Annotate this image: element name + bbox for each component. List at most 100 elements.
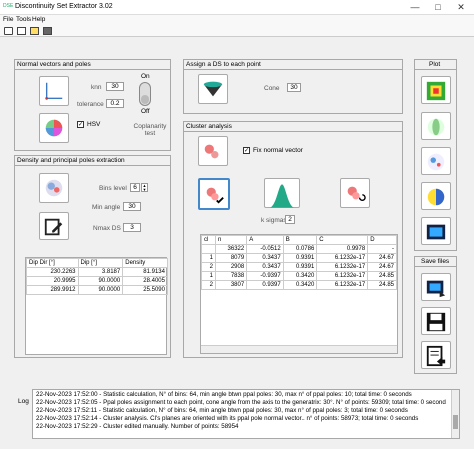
nmax-label: Nmax DS [93, 225, 121, 232]
cluster-refresh-button[interactable] [340, 178, 370, 208]
histogram-button[interactable] [264, 178, 300, 208]
delete-icon[interactable] [4, 27, 13, 35]
minimize-icon[interactable]: — [404, 1, 426, 13]
cell: 24.85 [367, 280, 397, 290]
menu-file[interactable]: File [3, 16, 13, 23]
minangle-input[interactable]: 30 [123, 202, 141, 211]
table-row[interactable]: 289.9912 90.0000 25.5090 [26, 285, 168, 295]
col-cl[interactable]: cl [201, 235, 216, 245]
edit-poles-button[interactable] [39, 212, 69, 240]
cell: 3.8187 [77, 267, 124, 277]
hsv-checkbox[interactable]: ✓ [77, 121, 84, 128]
floppy-icon [426, 312, 446, 332]
plot-cloud-button[interactable] [421, 217, 451, 245]
cell: 0.3437 [246, 262, 284, 272]
hsv-compute-button[interactable] [39, 113, 69, 143]
col-density[interactable]: Density [122, 258, 168, 268]
assign-button[interactable] [198, 74, 228, 104]
col-b[interactable]: B [282, 235, 318, 245]
export-image-icon [426, 280, 446, 298]
fix-normal-checkbox[interactable]: ✓ [243, 147, 250, 154]
knn-input[interactable]: 30 [106, 82, 124, 91]
maximize-icon[interactable]: □ [427, 1, 449, 13]
density-title: Density and principal poles extraction [17, 157, 125, 164]
table-row[interactable]: 20.9995 90.0000 28.4005 [26, 276, 168, 286]
cell: 81.9134 [122, 267, 168, 277]
sets-plot-icon [427, 188, 445, 206]
menu-tools[interactable]: Tools [16, 16, 31, 23]
table-row[interactable]: 230.2263 3.8187 81.9134 [26, 267, 168, 277]
menu-help[interactable]: Help [32, 16, 45, 23]
col-d[interactable]: D [367, 235, 397, 245]
plot-density-button[interactable] [421, 76, 451, 104]
cell: 90.0000 [77, 285, 124, 295]
col-n[interactable]: n [214, 235, 248, 245]
close-icon[interactable]: ✕ [450, 1, 472, 13]
assign-title: Assign a DS to each point [186, 61, 261, 68]
cell: 6.1232e-17 [316, 253, 369, 263]
cluster-panel: Cluster analysis ✓ Fix normal vector k s… [183, 121, 403, 358]
log-label: Log [18, 398, 29, 405]
new-file-icon[interactable] [17, 27, 26, 35]
density-compute-button[interactable] [39, 173, 69, 203]
cell: -0.9397 [246, 271, 284, 281]
table-row[interactable]: 2 2908 0.3437 0.9391 6.1232e-17 24.67 [201, 262, 397, 272]
ksigma-label: k sigmas [261, 217, 287, 224]
log-scrollbar[interactable] [451, 390, 459, 438]
save-data-button[interactable] [421, 307, 451, 335]
cell: 0.9978 [316, 244, 369, 254]
col-dip[interactable]: Dip [°] [77, 258, 124, 268]
coplanarity-label: Coplanarity test [133, 123, 167, 137]
export-report-button[interactable] [421, 341, 451, 369]
normals-compute-button[interactable] [39, 76, 69, 106]
density-icon [45, 179, 63, 197]
cluster-button[interactable] [198, 136, 228, 166]
bins-stepper[interactable]: ▲ ▼ [141, 183, 148, 192]
cluster-select-button[interactable] [198, 178, 230, 210]
cell: 0.3437 [246, 253, 284, 263]
save-icon[interactable] [43, 27, 52, 35]
cell [201, 244, 216, 254]
log-line: 22-Nov-2023 17:52:11 - Statistic calcula… [36, 407, 408, 414]
on-label: On [141, 73, 150, 80]
plot-sets-button[interactable] [421, 182, 451, 210]
fix-normal-label: Fix normal vector [253, 147, 303, 154]
cone-input[interactable]: 30 [287, 83, 301, 92]
plot-normals-button[interactable] [421, 112, 451, 140]
table-row[interactable]: 1 7838 -0.9397 0.3420 6.1232e-17 24.85 [201, 271, 397, 281]
open-folder-icon[interactable] [30, 27, 39, 35]
density-panel: Density and principal poles extraction B… [14, 155, 171, 358]
cell: -0.0512 [246, 244, 284, 254]
cell: 289.9912 [26, 285, 79, 295]
hsv-label: HSV [87, 121, 101, 128]
table-row[interactable]: 2 3807 0.9397 0.3420 6.1232e-17 24.85 [201, 280, 397, 290]
log-area[interactable]: 22-Nov-2023 17:52:00 - Statistic calcula… [32, 389, 460, 439]
sphere-icon [45, 119, 63, 137]
col-a[interactable]: A [246, 235, 284, 245]
col-dipdir[interactable]: Dip Dir [°] [26, 258, 79, 268]
cell: 1 [201, 253, 216, 263]
cluster-table-scrollbar[interactable] [201, 345, 397, 353]
cell: 0.9397 [246, 280, 284, 290]
cluster-table[interactable]: cl n A B C D 36322 -0.0512 0.0786 0.9978- 1… [200, 234, 398, 354]
cell: 28.4005 [122, 276, 168, 286]
poles-table-header: Dip Dir [°] Dip [°] Density [26, 258, 168, 268]
export-image-button[interactable] [421, 273, 451, 301]
col-c[interactable]: C [316, 235, 369, 245]
cell: 3807 [214, 280, 248, 290]
log-line: 22-Nov-2023 17:52:14 - Cluster analysis.… [36, 415, 419, 422]
nmax-input[interactable]: 3 [123, 223, 141, 232]
coplanarity-toggle[interactable] [139, 82, 151, 106]
assign-panel: Assign a DS to each point Cone 30 [183, 59, 403, 114]
table-row[interactable]: 36322 -0.0512 0.0786 0.9978- [201, 244, 397, 254]
ksigma-input[interactable]: 2 [285, 215, 295, 224]
bins-input[interactable]: 6 [130, 183, 140, 192]
cell: - [367, 244, 397, 254]
tolerance-label: tolerance [77, 101, 104, 108]
edit-icon [44, 218, 63, 236]
table-row[interactable]: 1 8079 0.3437 0.9391 6.1232e-17 24.67 [201, 253, 397, 263]
poles-table[interactable]: Dip Dir [°] Dip [°] Density 230.2263 3.81… [25, 257, 168, 355]
plot-poles-button[interactable] [421, 147, 451, 175]
cluster-check-icon [206, 187, 224, 204]
tolerance-input[interactable]: 0.2 [106, 99, 124, 108]
